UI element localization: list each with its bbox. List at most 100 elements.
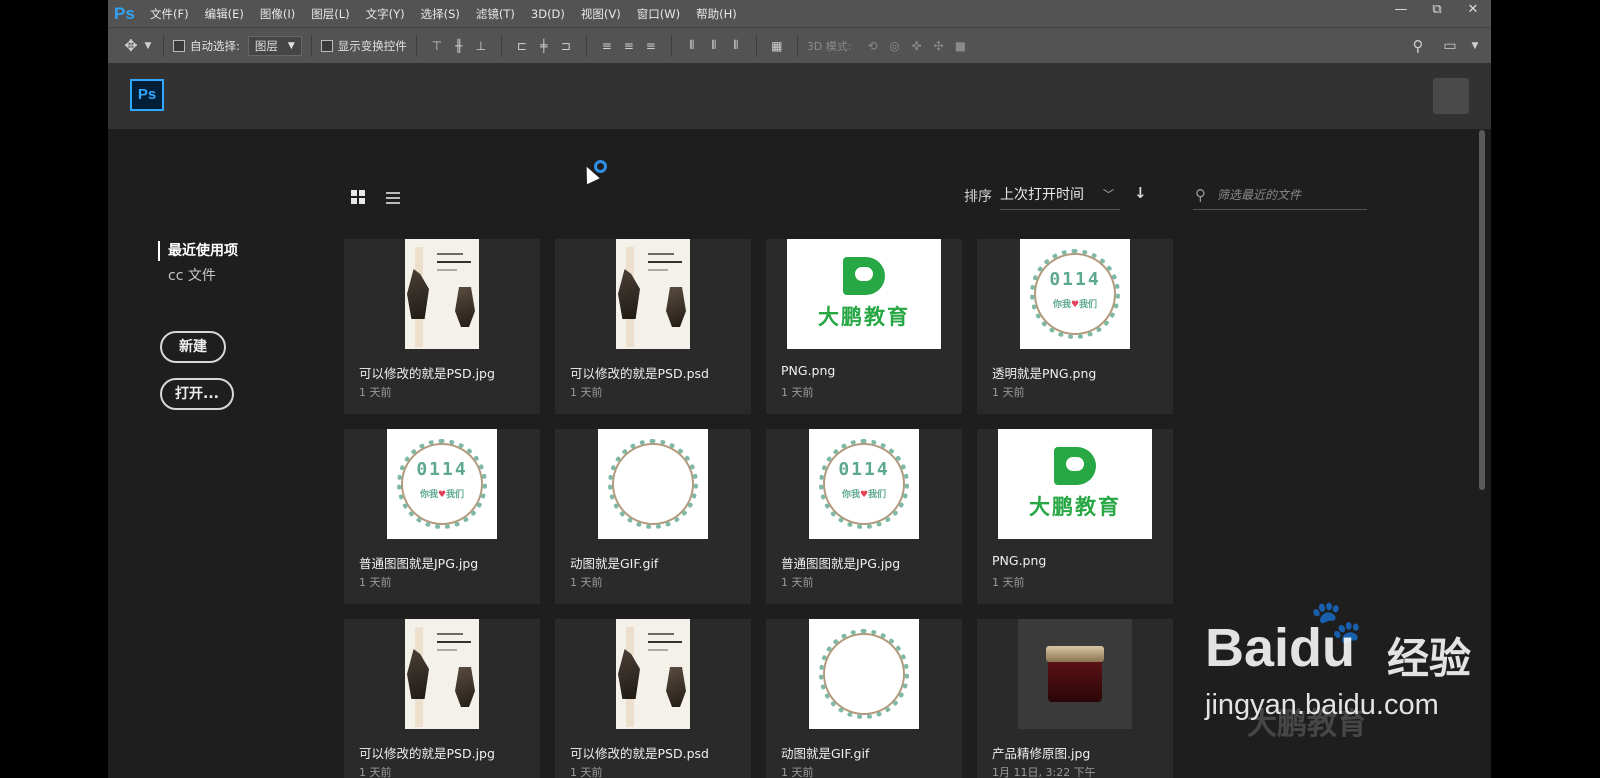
restore-button[interactable]: ⧉ — [1419, 0, 1455, 22]
file-card[interactable]: 0114 你我♥我们 普通图图就是JPG.jpg 1 天前 — [344, 429, 540, 604]
wreath-image — [809, 619, 919, 729]
file-card[interactable]: 可以修改的就是PSD.psd 1 天前 — [555, 239, 751, 414]
move-icon[interactable]: ✥ — [120, 36, 142, 55]
product-image — [1018, 619, 1132, 729]
auto-align-icon[interactable]: ▦ — [766, 39, 788, 53]
start-header: Ps — [108, 63, 1491, 129]
file-date: 1月 11日, 3:22 下午 — [992, 766, 1096, 778]
file-date: 1 天前 — [781, 576, 814, 589]
align-top-icon[interactable]: ⊤ — [426, 39, 448, 53]
file-thumbnail — [344, 619, 540, 729]
file-thumbnail — [344, 239, 540, 349]
menu-view[interactable]: 视图(V) — [581, 6, 621, 22]
file-date: 1 天前 — [359, 386, 392, 399]
close-button[interactable]: ✕ — [1455, 0, 1491, 22]
distribute-top-icon[interactable]: ≡ — [596, 39, 618, 53]
layer-select-dropdown[interactable]: 图层 ▼ — [247, 35, 302, 56]
menu-filter[interactable]: 滤镜(T) — [476, 6, 515, 22]
menu-edit[interactable]: 编辑(E) — [205, 6, 244, 22]
file-card[interactable]: 可以修改的就是PSD.jpg 1 天前 — [344, 619, 540, 778]
logo-image: 大鹏教育 — [998, 429, 1152, 539]
file-date: 1 天前 — [992, 576, 1025, 589]
filter-input[interactable] — [1217, 185, 1362, 205]
menu-type[interactable]: 文字(Y) — [366, 6, 405, 22]
3d-slide-icon[interactable]: ✣ — [927, 39, 949, 53]
distribute-right-icon[interactable]: ⫴ — [725, 38, 747, 53]
divider — [796, 34, 798, 57]
chevron-down-icon[interactable]: ▼ — [142, 41, 154, 51]
3d-orbit-icon[interactable]: ⟲ — [861, 39, 883, 53]
menu-image[interactable]: 图像(I) — [260, 6, 295, 22]
align-bottom-icon[interactable]: ⊥ — [470, 39, 492, 53]
open-button[interactable]: 打开... — [160, 378, 234, 410]
divider — [755, 34, 757, 57]
sort-value: 上次打开时间 — [1000, 187, 1084, 203]
file-card[interactable]: 可以修改的就是PSD.psd 1 天前 — [555, 619, 751, 778]
divider — [585, 34, 587, 57]
3d-camera-icon[interactable]: ■ — [949, 39, 971, 53]
3d-pan-icon[interactable]: ✜ — [905, 39, 927, 53]
show-transform-label: 显示变换控件 — [337, 38, 407, 53]
search-icon[interactable]: ⚲ — [1407, 37, 1429, 55]
file-card[interactable]: 大鹏教育 PNG.png 1 天前 — [766, 239, 962, 414]
avatar[interactable] — [1433, 78, 1469, 114]
divider — [500, 34, 502, 57]
menu-3d[interactable]: 3D(D) — [531, 7, 565, 21]
list-view-icon[interactable] — [386, 192, 400, 204]
3d-roll-icon[interactable]: ◎ — [883, 39, 905, 53]
file-card[interactable]: 可以修改的就是PSD.jpg 1 天前 — [344, 239, 540, 414]
new-button[interactable]: 新建 — [160, 331, 226, 363]
logo-image: 大鹏教育 — [787, 239, 941, 349]
filter-field[interactable]: ⚲ — [1193, 182, 1367, 210]
3d-mode-label: 3D 模式: — [806, 39, 852, 53]
menu-file[interactable]: 文件(F) — [150, 6, 189, 22]
menu-help[interactable]: 帮助(H) — [696, 6, 737, 22]
chevron-down-icon[interactable]: ▼ — [1469, 41, 1481, 51]
sidebar-item-recent[interactable]: 最近使用项 — [158, 241, 238, 261]
sidebar-item-cc-files[interactable]: cc 文件 — [168, 266, 216, 286]
menu-select[interactable]: 选择(S) — [421, 6, 460, 22]
distribute-left-icon[interactable]: ⫴ — [681, 38, 703, 53]
arrow-down-icon[interactable]: ↓ — [1134, 184, 1147, 202]
file-card[interactable]: 0114 你我♥我们 透明就是PNG.png 1 天前 — [977, 239, 1173, 414]
wreath-image: 0114 你我♥我们 — [1020, 239, 1130, 349]
menu-layer[interactable]: 图层(L) — [311, 6, 349, 22]
minimize-button[interactable]: — — [1383, 0, 1419, 22]
wreath-image: 0114 你我♥我们 — [809, 429, 919, 539]
file-date: 1 天前 — [570, 766, 603, 778]
align-right-icon[interactable]: ⊐ — [555, 39, 577, 53]
grid-view-icon[interactable] — [351, 190, 365, 204]
file-card[interactable]: 动图就是GIF.gif 1 天前 — [766, 619, 962, 778]
distribute-hcenter-icon[interactable]: ⫴ — [703, 38, 725, 53]
distribute-bottom-icon[interactable]: ≡ — [640, 39, 662, 53]
file-card[interactable]: 产品精修原图.jpg 1月 11日, 3:22 下午 — [977, 619, 1173, 778]
file-card[interactable]: 0114 你我♥我们 普通图图就是JPG.jpg 1 天前 — [766, 429, 962, 604]
file-date: 1 天前 — [570, 386, 603, 399]
file-date: 1 天前 — [570, 576, 603, 589]
menu-window[interactable]: 窗口(W) — [637, 6, 680, 22]
file-thumbnail — [766, 619, 962, 729]
file-name: 可以修改的就是PSD.psd — [570, 366, 709, 381]
workspace-icon[interactable]: ▭ — [1439, 38, 1461, 54]
poster-image — [616, 619, 690, 729]
show-transform-checkbox[interactable] — [320, 39, 333, 52]
scrollbar[interactable] — [1479, 130, 1485, 490]
file-date: 1 天前 — [359, 576, 392, 589]
wreath-image — [598, 429, 708, 539]
file-card[interactable]: 大鹏教育 PNG.png 1 天前 — [977, 429, 1173, 604]
distribute-vcenter-icon[interactable]: ≡ — [618, 39, 640, 53]
align-vcenter-icon[interactable]: ╫ — [448, 39, 470, 53]
divider — [670, 34, 672, 57]
file-card[interactable]: 动图就是GIF.gif 1 天前 — [555, 429, 751, 604]
poster-image — [616, 239, 690, 349]
sort-dropdown[interactable]: 上次打开时间 ﹀ — [1000, 182, 1120, 210]
file-thumbnail: 大鹏教育 — [766, 239, 962, 349]
file-thumbnail — [555, 429, 751, 539]
wreath-image: 0114 你我♥我们 — [387, 429, 497, 539]
align-left-icon[interactable]: ⊏ — [511, 39, 533, 53]
auto-select-checkbox[interactable] — [173, 39, 185, 52]
file-thumbnail: 0114 你我♥我们 — [344, 429, 540, 539]
divider — [310, 34, 312, 57]
poster-image — [405, 239, 479, 349]
align-hcenter-icon[interactable]: ╪ — [533, 39, 555, 53]
